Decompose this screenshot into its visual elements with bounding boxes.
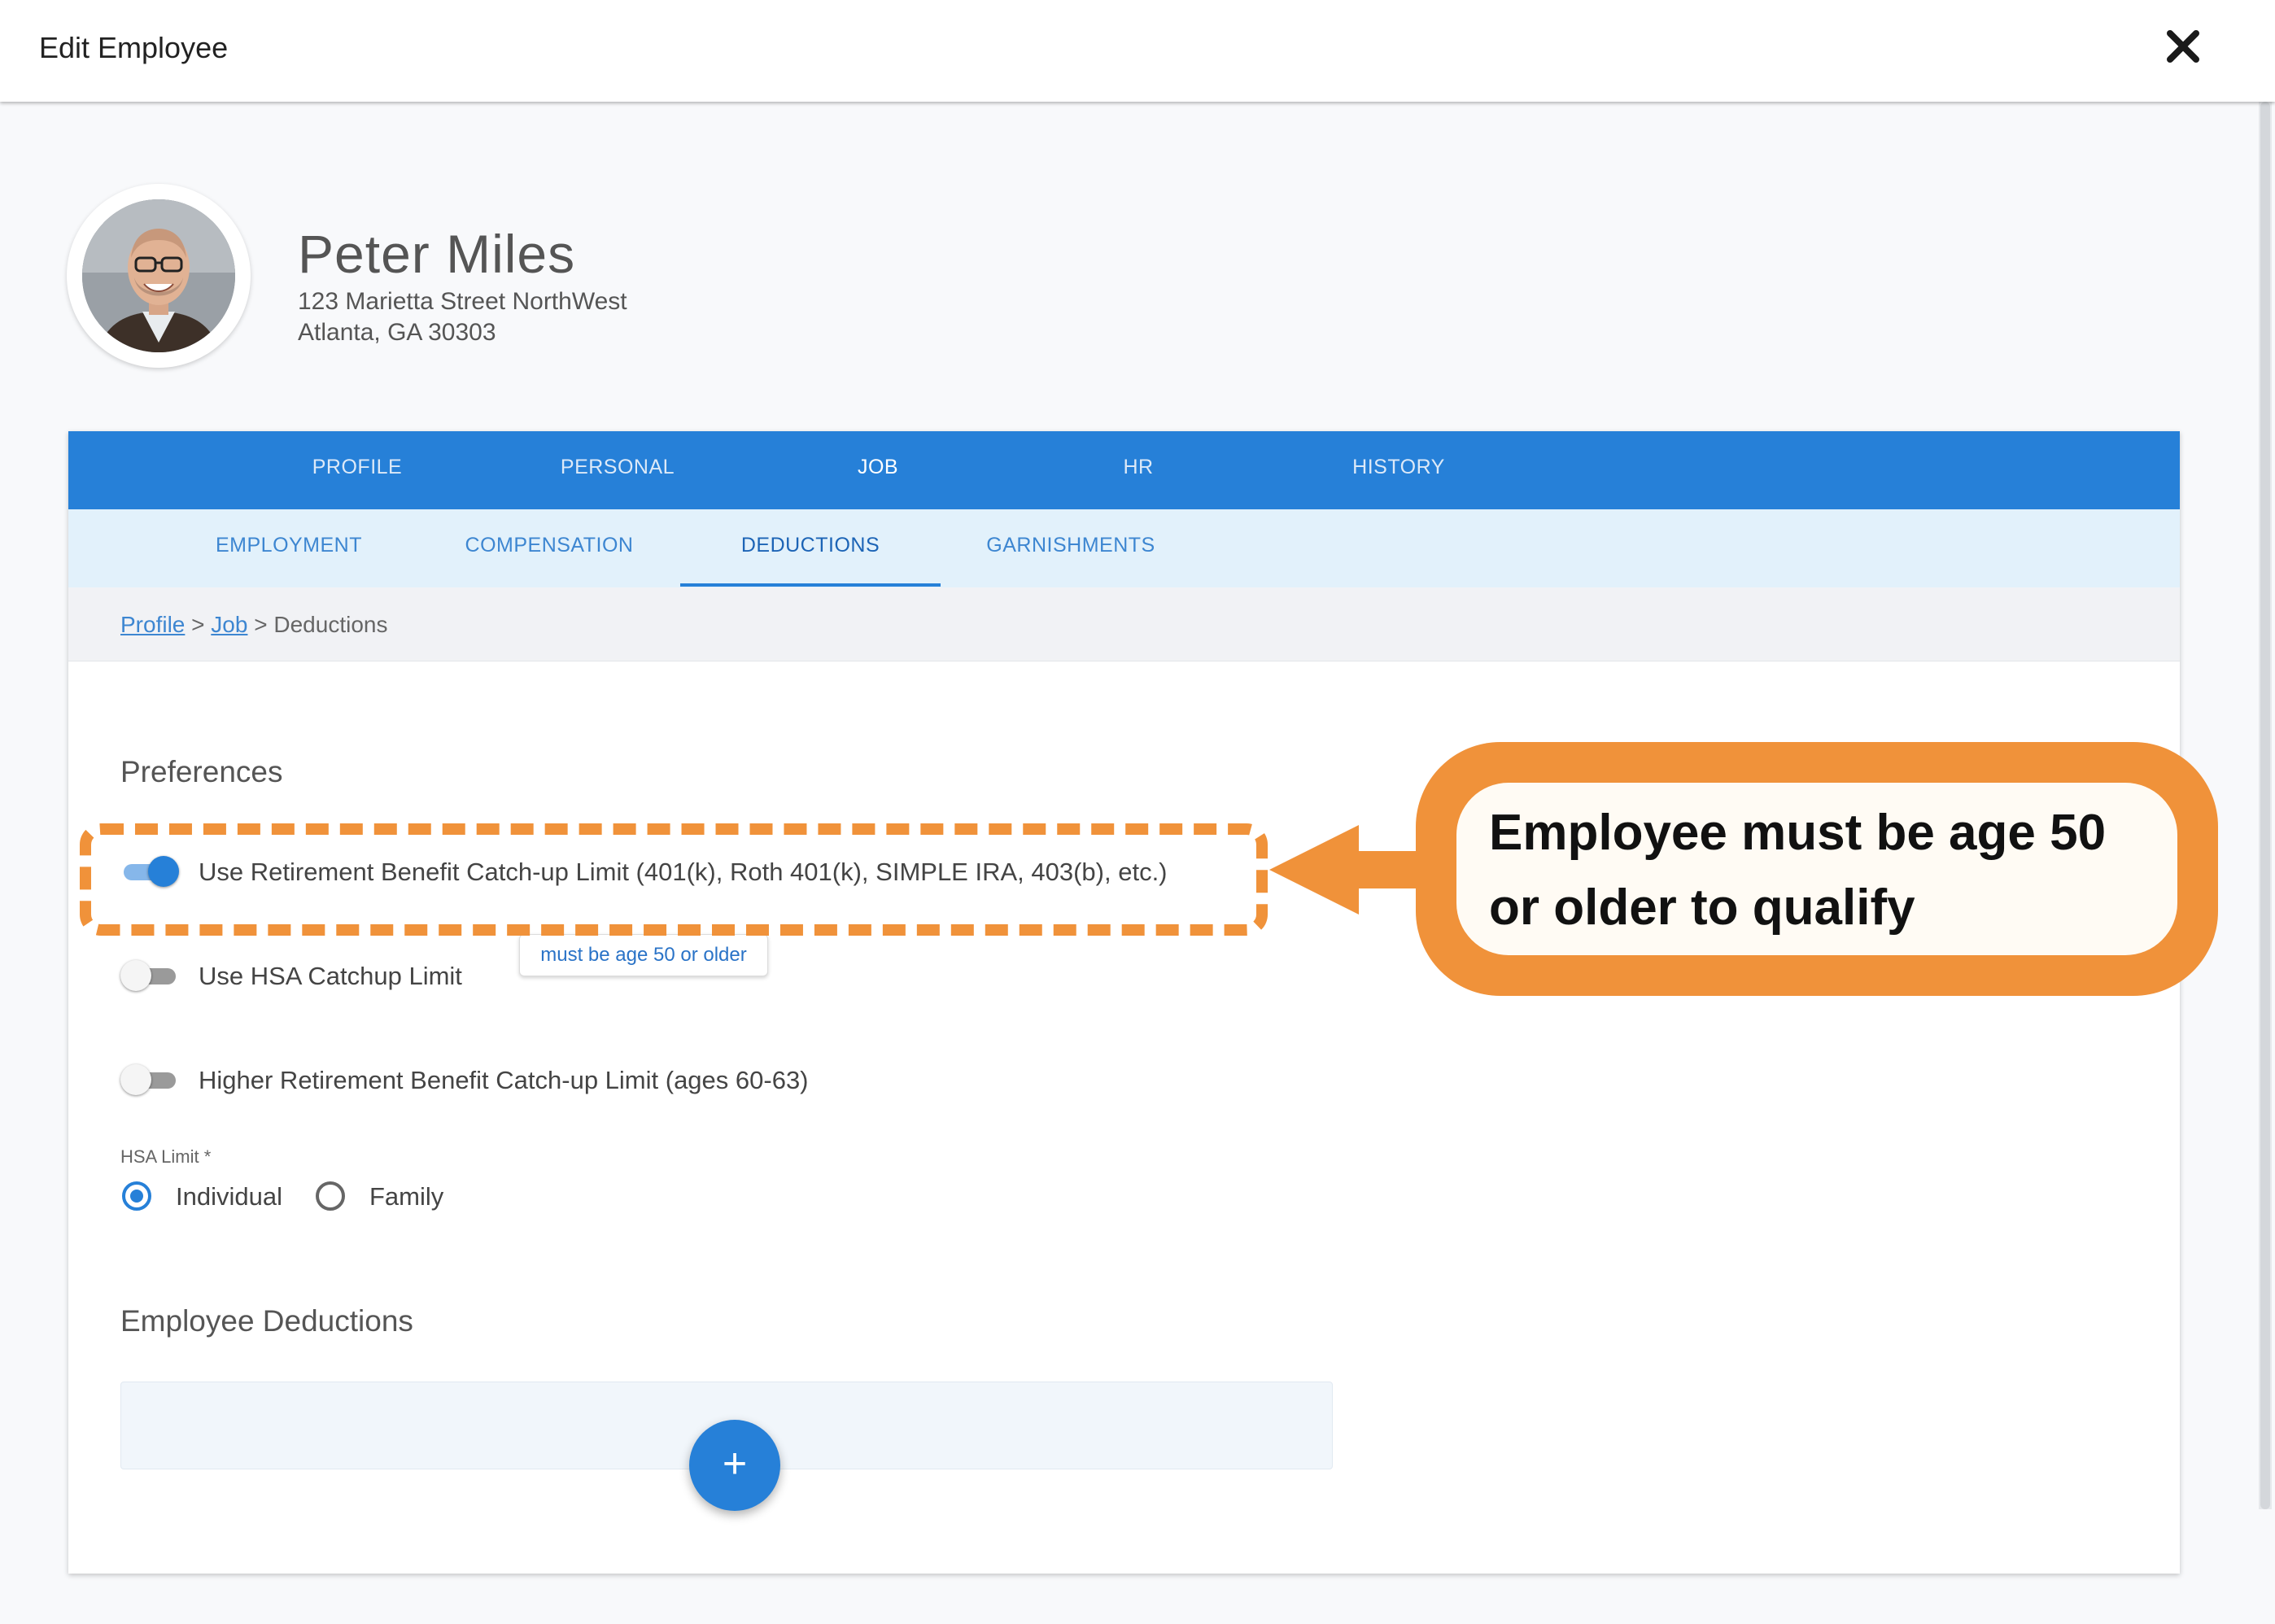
tab-compensation[interactable]: COMPENSATION xyxy=(419,534,679,557)
tab-profile[interactable]: PROFILE xyxy=(227,456,487,479)
tab-garnishments[interactable]: GARNISHMENTS xyxy=(941,534,1201,557)
tab-hr[interactable]: HR xyxy=(1008,456,1268,479)
hsa-family-radio[interactable] xyxy=(316,1181,345,1211)
employee-deductions-heading: Employee Deductions xyxy=(120,1304,413,1338)
close-icon[interactable] xyxy=(2164,28,2202,65)
higher-catchup-toggle[interactable] xyxy=(120,1063,179,1096)
primary-tab-bar: PROFILE PERSONAL JOB HR HISTORY xyxy=(68,431,2180,509)
hsa-limit-label: HSA Limit * xyxy=(120,1146,212,1167)
employee-address-line1: 123 Marietta Street NorthWest xyxy=(298,288,627,315)
age-requirement-tooltip: must be age 50 or older xyxy=(519,934,768,976)
breadcrumb-job-link[interactable]: Job xyxy=(211,612,247,637)
active-tab-indicator xyxy=(680,583,941,587)
highlight-dashed-box xyxy=(80,823,1268,936)
breadcrumb: Profile > Job > Deductions xyxy=(68,587,2180,661)
dialog-header: Edit Employee xyxy=(0,0,2275,102)
avatar xyxy=(82,199,235,352)
hsa-individual-label[interactable]: Individual xyxy=(176,1182,282,1211)
tab-deductions[interactable]: DEDUCTIONS xyxy=(680,534,941,557)
tab-personal[interactable]: PERSONAL xyxy=(487,456,748,479)
breadcrumb-profile-link[interactable]: Profile xyxy=(120,612,185,637)
scrollbar-thumb[interactable] xyxy=(2260,102,2270,1509)
preferences-heading: Preferences xyxy=(120,755,283,788)
employee-address-line2: Atlanta, GA 30303 xyxy=(298,319,496,346)
breadcrumb-separator: > xyxy=(254,612,268,637)
hsa-family-label[interactable]: Family xyxy=(369,1182,443,1211)
add-deduction-button[interactable]: + xyxy=(689,1420,780,1511)
hsa-individual-radio[interactable] xyxy=(122,1181,151,1211)
employee-name: Peter Miles xyxy=(298,224,576,284)
tab-history[interactable]: HISTORY xyxy=(1268,456,1529,479)
breadcrumb-separator: > xyxy=(191,612,205,637)
higher-catchup-label: Higher Retirement Benefit Catch-up Limit… xyxy=(199,1066,809,1094)
dialog-title: Edit Employee xyxy=(39,31,229,64)
callout-text: Employee must be age 50 or older to qual… xyxy=(1489,805,2107,936)
tab-employment[interactable]: EMPLOYMENT xyxy=(159,534,419,557)
callout-arrow-icon xyxy=(1269,825,1424,915)
secondary-tab-bar: EMPLOYMENT COMPENSATION DEDUCTIONS GARNI… xyxy=(68,509,2180,588)
hsa-catchup-toggle[interactable] xyxy=(120,959,179,992)
tab-job[interactable]: JOB xyxy=(748,456,1008,479)
hsa-catchup-label: Use HSA Catchup Limit xyxy=(199,962,462,990)
callout-bubble: Employee must be age 50 or older to qual… xyxy=(1416,742,2218,996)
breadcrumb-current: Deductions xyxy=(273,612,388,637)
